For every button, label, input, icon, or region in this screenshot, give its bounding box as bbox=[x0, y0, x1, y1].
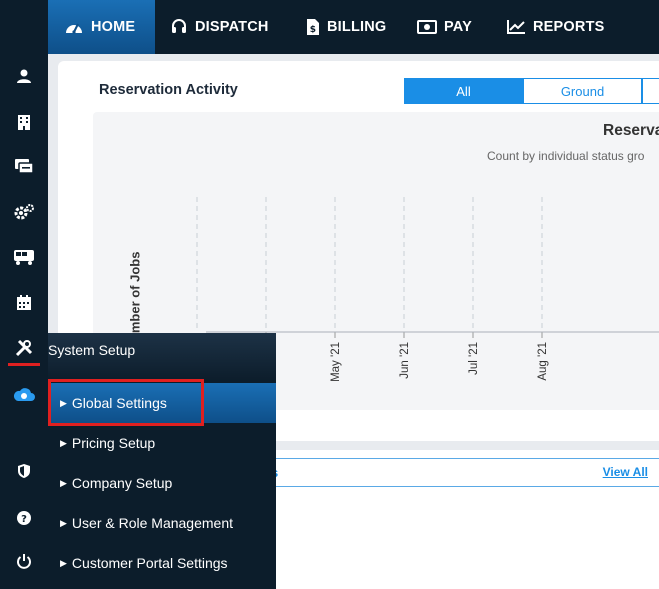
tab-home[interactable]: HOME bbox=[48, 0, 155, 54]
flyout-item-label: Pricing Setup bbox=[71, 435, 156, 451]
cloud-settings-icon[interactable] bbox=[0, 376, 48, 412]
view-all-link[interactable]: View All bbox=[603, 465, 648, 479]
svg-text:?: ? bbox=[21, 514, 27, 525]
line-chart-icon bbox=[506, 19, 526, 35]
tab-pay-label: PAY bbox=[444, 19, 473, 35]
x-axis-tick-label: Aug '21 bbox=[537, 342, 549, 381]
calendar-icon[interactable] bbox=[0, 284, 48, 320]
money-bill-icon bbox=[417, 20, 437, 34]
user-icon[interactable] bbox=[0, 58, 48, 94]
shield-icon[interactable] bbox=[0, 453, 48, 489]
power-icon[interactable] bbox=[0, 543, 48, 579]
active-indicator bbox=[8, 363, 40, 366]
caret-right-icon: ▶ bbox=[60, 477, 67, 488]
flyout-item-label: Company Setup bbox=[71, 475, 173, 491]
tab-reports-label: REPORTS bbox=[533, 19, 605, 35]
tab-dispatch[interactable]: DISPATCH bbox=[170, 0, 269, 54]
system-setup-flyout: System Setup ▶ Global Settings ▶ Pricing… bbox=[0, 333, 276, 589]
shuttle-bus-icon[interactable] bbox=[0, 239, 48, 275]
caret-right-icon: ▶ bbox=[60, 557, 67, 568]
tab-pay[interactable]: PAY bbox=[417, 0, 472, 54]
flyout-header: System Setup bbox=[48, 333, 276, 381]
flyout-item-customer-portal-settings[interactable]: ▶ Customer Portal Settings bbox=[48, 543, 276, 583]
flyout-item-pricing-setup[interactable]: ▶ Pricing Setup bbox=[48, 423, 276, 463]
tab-reports[interactable]: REPORTS bbox=[506, 0, 605, 54]
highlight-annotation bbox=[48, 379, 204, 426]
x-axis-tick-label: Jul '21 bbox=[468, 342, 480, 375]
headset-icon bbox=[170, 18, 188, 36]
gears-icon[interactable] bbox=[0, 194, 48, 230]
flyout-item-label: User & Role Management bbox=[71, 515, 233, 531]
tab-home-label: HOME bbox=[91, 19, 136, 35]
x-axis-tick-label: May '21 bbox=[330, 342, 342, 382]
flyout-item-company-setup[interactable]: ▶ Company Setup bbox=[48, 463, 276, 503]
app-window: HOME DISPATCH $ BILLING PAY REPORTS Rese… bbox=[0, 0, 659, 589]
view-all-bar: s View All bbox=[264, 458, 659, 487]
caret-right-icon: ▶ bbox=[60, 517, 67, 528]
tools-icon[interactable] bbox=[0, 330, 48, 366]
flyout-title: System Setup bbox=[48, 342, 136, 358]
help-icon[interactable]: ? bbox=[0, 500, 48, 536]
x-axis-tick-label: Jun '21 bbox=[399, 342, 411, 379]
dashboard-gauge-icon bbox=[64, 19, 84, 35]
tab-billing-label: BILLING bbox=[327, 19, 387, 35]
svg-text:$: $ bbox=[310, 25, 316, 35]
flyout-item-user-role-management[interactable]: ▶ User & Role Management bbox=[48, 503, 276, 543]
caret-right-icon: ▶ bbox=[60, 437, 67, 448]
top-navigation: HOME DISPATCH $ BILLING PAY REPORTS bbox=[48, 0, 659, 54]
invoice-file-icon: $ bbox=[306, 18, 320, 36]
building-icon[interactable] bbox=[0, 104, 48, 140]
tab-billing[interactable]: $ BILLING bbox=[306, 0, 386, 54]
id-cards-icon[interactable] bbox=[0, 148, 48, 184]
tab-dispatch-label: DISPATCH bbox=[195, 19, 269, 35]
flyout-item-label: Customer Portal Settings bbox=[71, 555, 228, 571]
